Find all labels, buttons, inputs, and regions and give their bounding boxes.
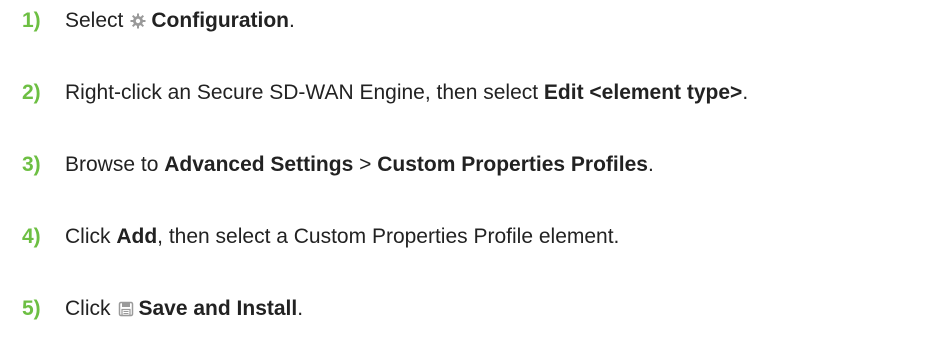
step-number: 2) (22, 81, 41, 104)
step-text-plain: . (647, 153, 654, 176)
gear-icon (129, 12, 147, 30)
step-text: Right-click an Secure SD-WAN Engine, the… (65, 81, 748, 105)
step-text-plain: Click (65, 225, 117, 248)
step-text: Browse to Advanced Settings > Custom Pro… (65, 153, 654, 177)
step-text-plain: . (742, 81, 749, 104)
step-text-plain: , then select a Custom Properties Profil… (157, 225, 620, 248)
step-number: 5) (22, 297, 41, 320)
save-install-icon (117, 300, 135, 318)
step-text-bold: Edit <element type> (543, 81, 743, 104)
step-text-bold: Custom Properties Profiles (377, 153, 648, 176)
step-text-bold: Advanced Settings (164, 153, 354, 176)
step-text: Click Save and Install . (65, 297, 303, 321)
step-text-bold: Add (116, 225, 158, 248)
step-number: 1) (22, 9, 41, 32)
step-text-plain: > (353, 153, 378, 176)
step-text: Select Configuration . (65, 9, 295, 33)
step-text-plain: Click (65, 297, 111, 320)
step-text-plain: . (289, 9, 295, 32)
step-number: 3) (22, 153, 41, 176)
step-text: Click Add , then select a Custom Propert… (65, 225, 619, 249)
step-text-bold: Configuration (151, 9, 290, 32)
instruction-steps: 1) Select Configuration . 2) Right-click… (0, 0, 934, 337)
step-text-plain: Select (65, 9, 124, 32)
step-text-plain: . (297, 297, 304, 320)
step-text-plain: Browse to (65, 153, 165, 176)
step-number: 4) (22, 225, 41, 248)
step-text-plain: Right-click an Secure SD-WAN Engine, the… (65, 81, 544, 104)
step-text-bold: Save and Install (138, 297, 298, 320)
